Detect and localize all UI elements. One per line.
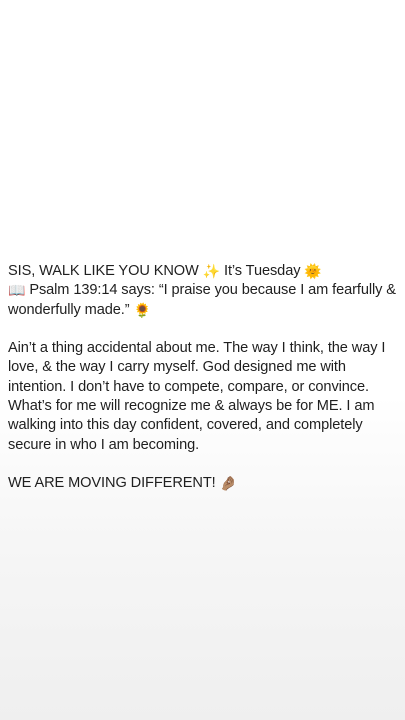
- verse-text: Psalm 139:14 says: “I praise you because…: [8, 282, 396, 318]
- open-book-icon: 📖: [8, 282, 26, 299]
- sparkles-icon: ✨: [202, 263, 221, 279]
- pinched-fingers-icon: 🤌🏽: [219, 475, 237, 492]
- day-text: It’s Tuesday: [224, 263, 301, 279]
- closing-text: WE ARE MOVING DIFFERENT!: [8, 475, 216, 492]
- heading-line: SIS, WALK LIKE YOU KNOW ✨ It’s Tuesday 🌞: [8, 262, 402, 281]
- heading-text: SIS, WALK LIKE YOU KNOW: [8, 263, 199, 279]
- sun-icon: 🌞: [304, 263, 322, 279]
- story-text-post: SIS, WALK LIKE YOU KNOW ✨ It’s Tuesday 🌞…: [8, 262, 402, 494]
- closing-line: WE ARE MOVING DIFFERENT! 🤌🏽: [8, 474, 402, 493]
- body-paragraph: Ain’t a thing accidental about me. The w…: [8, 340, 386, 453]
- verse-line: 📖 Psalm 139:14 says: “I praise you becau…: [8, 281, 402, 320]
- sunflower-icon: 🌻: [133, 301, 151, 318]
